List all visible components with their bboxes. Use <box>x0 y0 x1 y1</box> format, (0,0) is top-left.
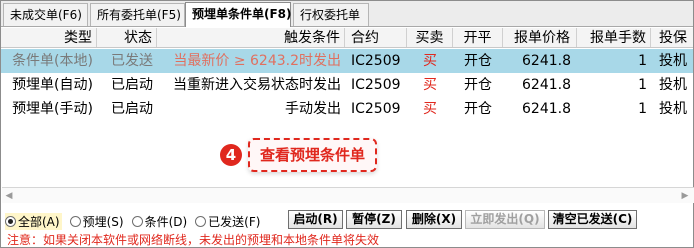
annotation-label: 查看预埋条件单 <box>248 138 378 172</box>
send-now-button[interactable]: 立即发出(Q) <box>465 210 545 229</box>
cell-status: 已启动 <box>111 77 153 93</box>
column-header-type[interactable]: 类型 <box>1 28 97 47</box>
cell-trigger: 当重新进入交易状态时发出 <box>173 77 341 93</box>
clear-sent-button[interactable]: 清空已发送(C) <box>548 210 637 229</box>
radio-icon <box>195 215 207 227</box>
tab-exercise-orders[interactable]: 行权委托单 <box>293 3 369 26</box>
cell-price: 6241.8 <box>522 77 571 93</box>
cell-type: 条件单(本地) <box>12 53 93 69</box>
column-header-qty[interactable]: 报单手数 <box>577 28 651 47</box>
filter-sent-radio[interactable]: 已发送(F) <box>195 213 260 230</box>
table-header: 类型 状态 触发条件 合约 买卖 开平 报单价格 报单手数 投保 <box>1 28 693 48</box>
scroll-right-icon[interactable]: ▶ <box>680 191 690 201</box>
column-header-trigger[interactable]: 触发条件 <box>157 28 345 47</box>
cell-contract: IC2509 <box>351 53 401 69</box>
warning-notice: 注意：如果关闭本软件或网络断线，未发出的预埋和本地条件单将失效 <box>7 233 380 247</box>
scroll-left-icon[interactable]: ◀ <box>4 191 14 201</box>
column-header-contract[interactable]: 合约 <box>345 28 407 47</box>
tab-preset-conditional-orders[interactable]: 预埋单条件单(F8) <box>185 2 292 27</box>
cell-offset: 开仓 <box>464 77 492 93</box>
filter-all-radio[interactable]: 全部(A) <box>5 212 62 230</box>
filter-preset-label: 预埋(S) <box>82 214 124 229</box>
delete-button[interactable]: 删除(X) <box>406 210 462 229</box>
cell-hedge: 投机 <box>659 101 687 117</box>
pause-button[interactable]: 暂停(Z) <box>346 210 402 229</box>
start-button[interactable]: 启动(R) <box>288 210 343 229</box>
column-header-hedge[interactable]: 投保 <box>651 28 693 47</box>
cell-contract: IC2509 <box>351 101 401 117</box>
filter-radio-group: 全部(A) 预埋(S) 条件(D) 已发送(F) <box>5 211 268 231</box>
table-row[interactable]: 条件单(本地) 已发送 当最新价 ≥ 6243.2时发出 IC2509 买 开仓… <box>1 49 693 73</box>
table-row[interactable]: 预埋单(自动) 已启动 当重新进入交易状态时发出 IC2509 买 开仓 624… <box>1 73 693 97</box>
annotation-callout: 4 查看预埋条件单 <box>220 138 378 172</box>
filter-conditional-label: 条件(D) <box>144 214 188 229</box>
column-header-status[interactable]: 状态 <box>97 28 157 47</box>
radio-icon <box>69 215 81 227</box>
filter-sent-label: 已发送(F) <box>208 214 261 229</box>
radio-selected-icon <box>5 215 16 227</box>
cell-qty: 1 <box>638 77 647 93</box>
cell-hedge: 投机 <box>659 77 687 93</box>
tab-bar: 未成交单(F6) 所有委托单(F5) 预埋单条件单(F8) 行权委托单 <box>1 1 693 27</box>
cell-qty: 1 <box>638 53 647 69</box>
cell-price: 6241.8 <box>522 101 571 117</box>
cell-trigger: 当最新价 ≥ 6243.2时发出 <box>173 53 341 69</box>
orders-panel: 未成交单(F6) 所有委托单(F5) 预埋单条件单(F8) 行权委托单 类型 状… <box>0 0 694 248</box>
tab-unfilled-orders[interactable]: 未成交单(F6) <box>3 3 88 26</box>
column-header-side[interactable]: 买卖 <box>407 28 453 47</box>
filter-conditional-radio[interactable]: 条件(D) <box>131 213 188 230</box>
cell-status: 已发送 <box>111 53 153 69</box>
cell-qty: 1 <box>638 101 647 117</box>
column-header-price[interactable]: 报单价格 <box>503 28 577 47</box>
cell-side: 买 <box>423 53 437 69</box>
tab-all-orders[interactable]: 所有委托单(F5) <box>90 3 185 26</box>
column-header-offset[interactable]: 开平 <box>453 28 503 47</box>
step-number-badge: 4 <box>220 144 242 166</box>
cell-side: 买 <box>423 101 437 117</box>
table-row[interactable]: 预埋单(手动) 已启动 手动发出 IC2509 买 开仓 6241.8 1 投机 <box>1 97 693 121</box>
horizontal-scrollbar[interactable]: ◀ ▶ <box>2 187 694 203</box>
cell-contract: IC2509 <box>351 77 401 93</box>
cell-offset: 开仓 <box>464 53 492 69</box>
radio-icon <box>131 215 143 227</box>
cell-type: 预埋单(自动) <box>12 77 93 93</box>
cell-type: 预埋单(手动) <box>12 101 93 117</box>
cell-trigger: 手动发出 <box>285 101 341 117</box>
cell-offset: 开仓 <box>464 101 492 117</box>
cell-side: 买 <box>423 77 437 93</box>
cell-hedge: 投机 <box>659 53 687 69</box>
cell-price: 6241.8 <box>522 53 571 69</box>
filter-all-label: 全部(A) <box>18 214 60 229</box>
filter-preset-radio[interactable]: 预埋(S) <box>69 213 124 230</box>
cell-status: 已启动 <box>111 101 153 117</box>
